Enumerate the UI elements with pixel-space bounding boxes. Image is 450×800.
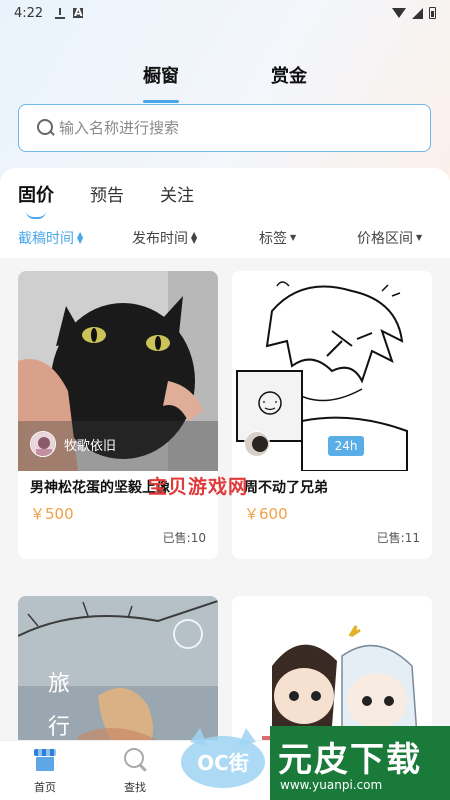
search-input[interactable] xyxy=(59,119,399,137)
status-time: 4:22 xyxy=(14,5,44,21)
wifi-icon xyxy=(392,8,406,18)
search-icon xyxy=(37,119,55,137)
product-card[interactable]: 24h 周不动了兄弟 ￥600 已售:11 xyxy=(232,271,432,559)
avatar xyxy=(244,431,270,457)
signal-icon xyxy=(412,7,423,19)
sort-icon: ▲ ▼ xyxy=(77,230,84,245)
status-bar: 4:22 A xyxy=(0,0,450,26)
battery-icon xyxy=(429,7,436,19)
filter-deadline[interactable]: 截稿时间 ▲ ▼ xyxy=(18,228,83,248)
dropdown-icon: ▼ xyxy=(290,233,297,242)
tab-bounty[interactable]: 赏金 xyxy=(249,62,329,88)
author[interactable]: 牧歌依旧 xyxy=(30,431,116,457)
card-title: 周不动了兄弟 xyxy=(244,480,328,496)
author-name: 牧歌依旧 xyxy=(64,438,117,454)
sold-count: 已售:11 xyxy=(376,531,420,545)
filter-price-label: 价格区间 xyxy=(357,231,413,247)
filter-bar: 截稿时间 ▲ ▼ 发布时间 ▲ ▼ 标签 ▼ 价格区间 ▼ xyxy=(0,228,450,252)
product-card[interactable]: 牧歌依旧 男神松花蛋的坚毅上像 ￥500 已售:10 xyxy=(18,271,218,559)
filter-deadline-label: 截稿时间 xyxy=(18,231,74,247)
tab-showcase[interactable]: 橱窗 xyxy=(121,62,201,103)
filter-publish-label: 发布时间 xyxy=(132,231,188,247)
sold-count: 已售:10 xyxy=(162,531,206,545)
vertical-title: 旅 xyxy=(48,672,70,697)
duration-badge: 24h xyxy=(328,436,364,456)
nav-home[interactable]: 首页 xyxy=(17,747,73,795)
magnifier-icon xyxy=(122,747,148,773)
app-notification-icon: A xyxy=(73,6,84,19)
sub-tabs: 固价 预告 关注 xyxy=(18,181,230,221)
dropdown-icon: ▼ xyxy=(416,233,423,242)
filter-tags-label: 标签 xyxy=(259,231,287,247)
tab-preview[interactable]: 预告 xyxy=(90,181,124,221)
nav-home-label: 首页 xyxy=(34,781,56,794)
sort-icon: ▲ ▼ xyxy=(191,230,198,245)
site-watermark: 宝贝游戏网 xyxy=(148,476,249,498)
author[interactable] xyxy=(244,431,270,457)
avatar xyxy=(30,431,56,457)
tab-fixed-price[interactable]: 固价 xyxy=(18,181,54,221)
filter-publish-time[interactable]: 发布时间 ▲ ▼ xyxy=(132,228,197,248)
card-price: ￥600 xyxy=(244,505,288,523)
card-price: ￥500 xyxy=(30,505,74,523)
filter-price-range[interactable]: 价格区间 ▼ xyxy=(357,228,422,248)
nav-search[interactable]: 查找 xyxy=(107,747,163,795)
nav-search-label: 查找 xyxy=(124,781,146,794)
top-tabs: 橱窗 赏金 xyxy=(0,62,450,103)
svg-text:OC街: OC街 xyxy=(197,751,249,775)
download-icon xyxy=(55,7,66,19)
oc-logo: OC街 xyxy=(181,728,265,788)
search-bar[interactable] xyxy=(18,104,431,152)
filter-tags[interactable]: 标签 ▼ xyxy=(259,228,296,248)
tab-following[interactable]: 关注 xyxy=(160,181,194,221)
vertical-title: 行 xyxy=(48,715,70,740)
shop-icon xyxy=(32,747,58,773)
yuanpi-logo: 元皮下载 www.yuanpi.com xyxy=(270,726,450,800)
